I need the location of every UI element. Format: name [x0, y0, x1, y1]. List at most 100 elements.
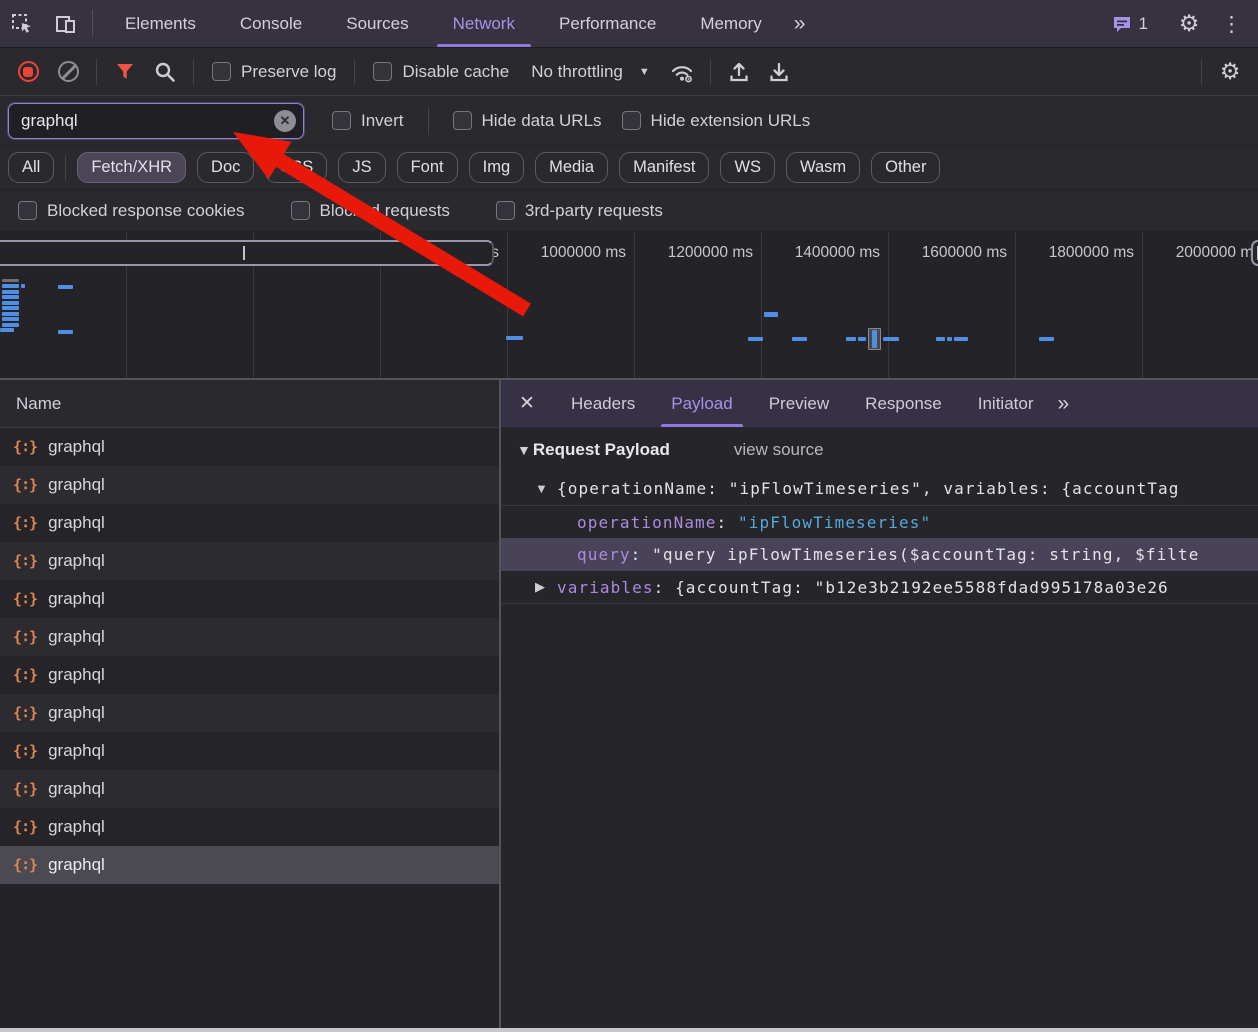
xhr-json-icon: {∶}	[13, 628, 37, 646]
disable-cache-checkbox[interactable]: Disable cache	[363, 62, 519, 82]
download-icon	[767, 60, 791, 84]
preserve-log-checkbox[interactable]: Preserve log	[202, 62, 346, 82]
request-details-panel: ✕ HeadersPayloadPreviewResponseInitiator…	[501, 380, 1258, 1032]
request-name: graphql	[48, 779, 105, 799]
network-overview-timeline[interactable]: 200000 ms400000 ms600000 ms800000 ms1000…	[0, 232, 1258, 380]
type-filter-chip[interactable]: Font	[397, 152, 458, 183]
clear-icon	[58, 61, 79, 82]
panel-tab[interactable]: Console	[218, 0, 324, 47]
overview-left-handle[interactable]	[0, 240, 494, 266]
request-row[interactable]: {∶} graphql	[0, 466, 499, 504]
type-filter-chip[interactable]: CSS	[265, 152, 327, 183]
import-har-button[interactable]	[719, 52, 759, 92]
waterfall-bar	[858, 337, 866, 341]
timeline-tick: 1400000 ms	[762, 232, 889, 378]
clear-network-log-button[interactable]	[48, 52, 88, 92]
hide-extension-urls-checkbox[interactable]: Hide extension URLs	[612, 111, 821, 131]
section-collapse-icon[interactable]: ▼	[517, 442, 531, 458]
xhr-json-icon: {∶}	[13, 704, 37, 722]
settings-button[interactable]: ⚙	[1167, 11, 1211, 37]
request-row[interactable]: {∶} graphql	[0, 846, 499, 884]
type-filter-chip[interactable]: Doc	[197, 152, 254, 183]
collapse-arrow-icon[interactable]: ▶	[535, 579, 557, 595]
xhr-json-icon: {∶}	[13, 856, 37, 874]
filter-input[interactable]	[8, 103, 304, 139]
details-tab[interactable]: Headers	[553, 380, 653, 427]
type-filter-chip[interactable]: JS	[338, 152, 385, 183]
filter-toggle-button[interactable]	[105, 52, 145, 92]
advanced-filter-checkbox[interactable]: Blocked response cookies	[8, 201, 255, 221]
panel-tab[interactable]: Elements	[103, 0, 218, 47]
network-settings-button[interactable]: ⚙	[1210, 52, 1250, 92]
details-tab[interactable]: Preview	[751, 380, 847, 427]
overview-right-handle[interactable]	[1251, 240, 1258, 266]
main-menu-button[interactable]: ⋮	[1211, 12, 1252, 36]
panel-tab[interactable]: Performance	[537, 0, 678, 47]
request-row[interactable]: {∶} graphql	[0, 808, 499, 846]
network-conditions-button[interactable]	[662, 52, 702, 92]
payload-line[interactable]: query: "query ipFlowTimeseries($accountT…	[501, 538, 1258, 571]
waterfall-bar	[506, 336, 523, 340]
details-tab[interactable]: Payload	[653, 380, 750, 427]
request-name: graphql	[48, 589, 105, 609]
devtools-window: ElementsConsoleSourcesNetworkPerformance…	[0, 0, 1258, 1032]
request-row[interactable]: {∶} graphql	[0, 694, 499, 732]
clear-filter-button[interactable]: ✕	[274, 110, 296, 132]
request-row[interactable]: {∶} graphql	[0, 504, 499, 542]
request-row[interactable]: {∶} graphql	[0, 656, 499, 694]
filter-funnel-icon	[114, 61, 136, 83]
advanced-filter-checkbox[interactable]: Blocked requests	[281, 201, 460, 221]
request-row[interactable]: {∶} graphql	[0, 542, 499, 580]
payload-line[interactable]: ▶variables: {accountTag: "b12e3b2192ee55…	[501, 571, 1258, 604]
name-column-header[interactable]: Name	[0, 380, 499, 428]
expand-arrow-icon[interactable]: ▼	[535, 481, 557, 496]
type-filter-chip[interactable]: Media	[535, 152, 608, 183]
checkbox-icon	[453, 111, 472, 130]
type-filter-chip[interactable]: Fetch/XHR	[77, 152, 186, 183]
advanced-filter-checkbox[interactable]: 3rd-party requests	[486, 201, 673, 221]
more-tabs-icon[interactable]: »	[784, 0, 814, 47]
invert-checkbox[interactable]: Invert	[322, 111, 414, 131]
details-tab[interactable]: Response	[847, 380, 960, 427]
search-button[interactable]	[145, 52, 185, 92]
request-row[interactable]: {∶} graphql	[0, 732, 499, 770]
panel-tab[interactable]: Network	[431, 0, 537, 47]
divider	[1201, 59, 1202, 85]
requests-panel: Name {∶} graphql {∶} graphql {∶}	[0, 380, 501, 1032]
waterfall-bar	[846, 337, 856, 341]
waterfall-bar	[936, 337, 945, 341]
waterfall-bar	[947, 337, 952, 341]
type-filter-chip[interactable]: Manifest	[619, 152, 709, 183]
throttling-select[interactable]: No throttling ▼	[519, 62, 662, 82]
request-type-filters: All Fetch/XHR Doc CSS JS	[0, 146, 1258, 190]
hide-data-urls-checkbox[interactable]: Hide data URLs	[443, 111, 612, 131]
inspect-element-button[interactable]	[0, 0, 44, 47]
timeline-tick: 1200000 ms	[635, 232, 762, 378]
type-filter-chip[interactable]: Img	[469, 152, 525, 183]
details-tab[interactable]: Initiator	[960, 380, 1052, 427]
panel-tab[interactable]: Sources	[324, 0, 430, 47]
filter-input-wrap: ✕	[8, 103, 304, 139]
invert-label: Invert	[361, 111, 404, 131]
request-row[interactable]: {∶} graphql	[0, 580, 499, 618]
view-source-link[interactable]: view source	[734, 440, 824, 460]
type-filter-chip[interactable]: Other	[871, 152, 940, 183]
request-row[interactable]: {∶} graphql	[0, 428, 499, 466]
request-row[interactable]: {∶} graphql	[0, 618, 499, 656]
panel-tab[interactable]: Memory	[678, 0, 783, 47]
issues-button[interactable]: 1	[1102, 14, 1158, 34]
type-filter-chip[interactable]: Wasm	[786, 152, 860, 183]
type-filter-chip[interactable]: All	[8, 152, 54, 183]
request-list: {∶} graphql {∶} graphql {∶} graphql	[0, 428, 499, 1032]
record-network-log-button[interactable]	[8, 52, 48, 92]
payload-line[interactable]: ▼{operationName: "ipFlowTimeseries", var…	[501, 472, 1258, 505]
toggle-device-toolbar-button[interactable]	[44, 0, 88, 47]
export-har-button[interactable]	[759, 52, 799, 92]
more-tabs-icon[interactable]: »	[1051, 380, 1073, 427]
request-row[interactable]: {∶} graphql	[0, 770, 499, 808]
payload-line[interactable]: operationName: "ipFlowTimeseries"	[501, 505, 1258, 538]
inspect-cursor-icon	[11, 13, 33, 35]
type-filter-chip[interactable]: WS	[720, 152, 775, 183]
checkbox-icon	[332, 111, 351, 130]
close-details-button[interactable]: ✕	[501, 380, 553, 427]
